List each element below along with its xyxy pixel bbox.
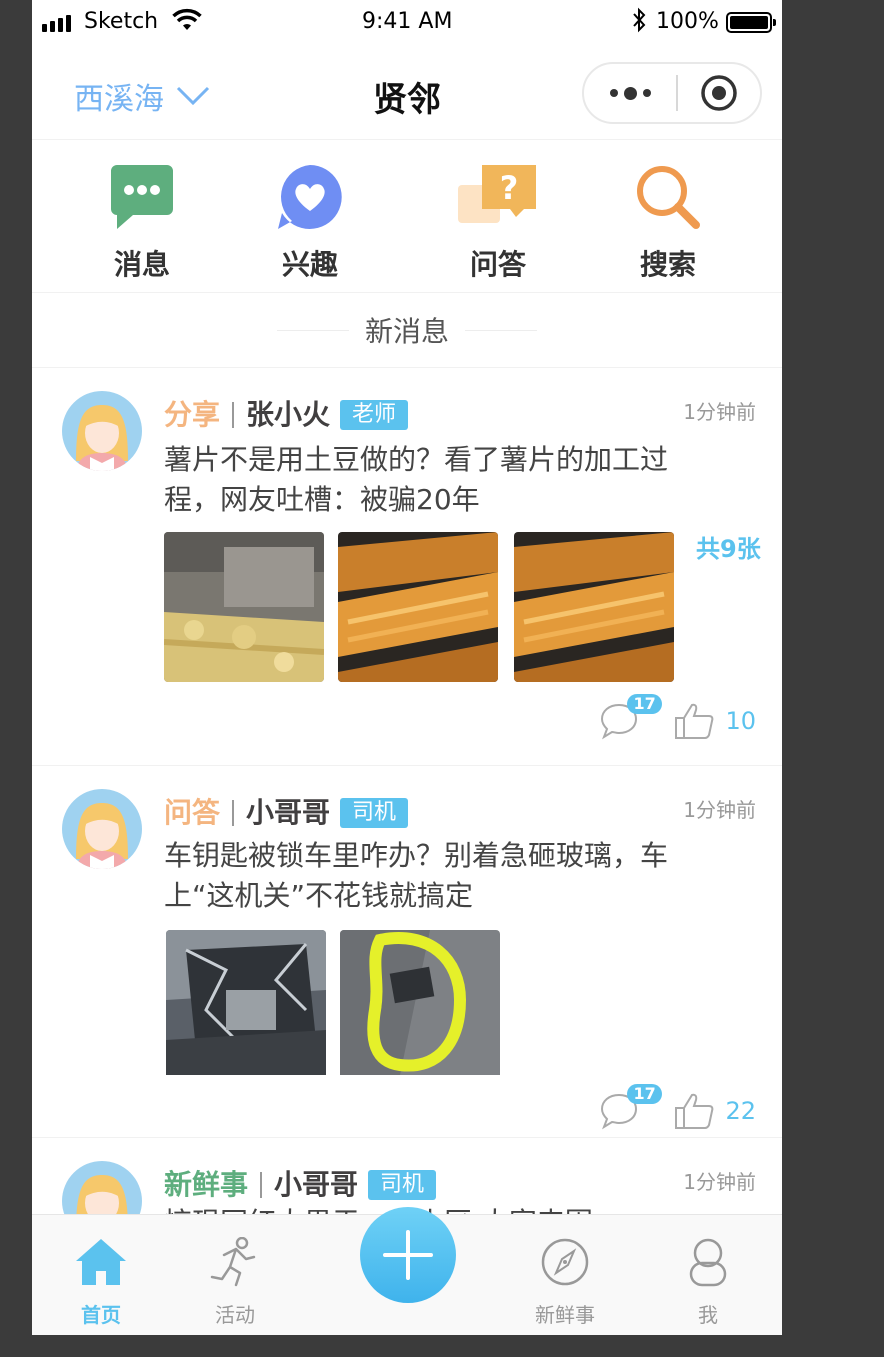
profile-icon — [689, 1238, 727, 1287]
post-add-button[interactable] — [360, 1207, 456, 1303]
running-icon — [210, 1236, 256, 1287]
comment-button[interactable]: 17 — [599, 1084, 662, 1130]
comment-count: 17 — [627, 694, 662, 714]
author-name[interactable]: 小哥哥 — [274, 1165, 358, 1205]
post-text[interactable]: 薯片不是用土豆做的？看了薯片的加工过程，网友吐槽：被骗20年 — [164, 440, 712, 520]
post-time: 1分钟前 — [683, 400, 756, 424]
tab-label: 首页 — [81, 1303, 121, 1327]
battery-percent: 100% — [656, 9, 719, 34]
search-icon — [637, 166, 700, 229]
more-images-link[interactable]: 共9张 — [696, 529, 761, 564]
status-bar: Sketch 9:41 AM 100% — [32, 0, 782, 44]
tab-home[interactable]: 首页 — [46, 1237, 156, 1328]
author-name[interactable]: 小哥哥 — [246, 793, 330, 833]
post-type[interactable]: 问答 — [164, 793, 220, 833]
mini-program-capsule — [582, 62, 762, 124]
quick-entries: 消息 兴趣 ? 问答 搜索 — [32, 141, 782, 293]
feed-post[interactable]: 分享 张小火 老师 1分钟前 薯片不是用土豆做的？看了薯片的加工过程，网友吐槽：… — [32, 369, 782, 766]
phone-screen: Sketch 9:41 AM 100% 西溪海 贤邻 消息 兴趣 ? 问答 搜索… — [32, 0, 782, 1335]
new-messages-label: 新消息 — [364, 315, 449, 348]
wifi-icon — [172, 8, 202, 38]
target-icon — [701, 75, 737, 111]
post-actions: 17 22 — [599, 1084, 756, 1133]
comment-count: 17 — [627, 1084, 662, 1104]
entry-label: 兴趣 — [281, 248, 338, 281]
post-image[interactable] — [166, 930, 326, 1080]
role-badge: 老师 — [340, 400, 409, 430]
post-time: 1分钟前 — [683, 1170, 756, 1194]
avatar[interactable] — [62, 391, 142, 471]
avatar[interactable] — [62, 789, 142, 869]
post-image[interactable] — [514, 532, 674, 682]
like-button[interactable]: 10 — [673, 702, 756, 740]
tab-label: 活动 — [215, 1303, 255, 1327]
nav-bar: 西溪海 贤邻 — [32, 50, 782, 140]
tab-bar: 首页 活动 新鲜事 我 — [32, 1207, 782, 1335]
post-image[interactable] — [164, 532, 324, 682]
feed-post[interactable]: 问答 小哥哥 司机 1分钟前 车钥匙被锁车里咋办？别着急砸玻璃，车上“这机关”不… — [32, 767, 782, 1138]
tab-profile[interactable]: 我 — [653, 1237, 763, 1328]
post-type[interactable]: 新鲜事 — [164, 1165, 248, 1205]
role-badge: 司机 — [368, 1170, 437, 1200]
like-count: 22 — [725, 1097, 756, 1125]
tab-label: 新鲜事 — [535, 1303, 595, 1327]
compass-icon — [541, 1238, 589, 1286]
thumbs-up-icon — [675, 1093, 714, 1129]
bluetooth-icon — [632, 7, 646, 39]
entry-messages[interactable]: 消息 — [82, 163, 202, 283]
post-text[interactable]: 车钥匙被锁车里咋办？别着急砸玻璃，车上“这机关”不花钱就搞定 — [164, 836, 712, 916]
post-time: 1分钟前 — [683, 798, 756, 822]
new-messages-divider: 新消息 — [32, 293, 782, 368]
post-actions: 17 10 — [599, 694, 756, 743]
entry-search[interactable]: 搜索 — [608, 163, 728, 283]
more-options-button[interactable] — [584, 86, 676, 100]
post-image[interactable] — [338, 532, 498, 682]
signal-icon — [42, 12, 78, 32]
entry-label: 搜索 — [639, 248, 696, 281]
like-button[interactable]: 22 — [673, 1092, 756, 1130]
battery-icon — [726, 12, 776, 33]
tab-label: 我 — [698, 1303, 718, 1327]
plus-icon — [383, 1230, 433, 1280]
home-icon — [76, 1239, 126, 1285]
entry-label: 消息 — [113, 248, 170, 281]
svg-text:?: ? — [500, 169, 519, 207]
tab-activities[interactable]: 活动 — [180, 1236, 290, 1328]
comment-button[interactable]: 17 — [599, 694, 662, 740]
like-count: 10 — [725, 707, 756, 735]
tab-news[interactable]: 新鲜事 — [510, 1237, 620, 1328]
close-app-button[interactable] — [678, 74, 760, 112]
entry-qa[interactable]: ? 问答 — [438, 163, 558, 283]
role-badge: 司机 — [340, 798, 409, 828]
question-icon: ? — [458, 165, 536, 223]
post-type[interactable]: 分享 — [164, 395, 220, 435]
author-name[interactable]: 张小火 — [246, 395, 330, 435]
clock: 9:41 AM — [362, 9, 453, 34]
message-icon — [111, 165, 173, 229]
entry-label: 问答 — [469, 248, 526, 281]
heart-icon — [278, 165, 342, 229]
carrier-label: Sketch — [84, 9, 159, 34]
entry-interests[interactable]: 兴趣 — [250, 163, 370, 283]
post-image[interactable] — [340, 930, 500, 1080]
thumbs-up-icon — [675, 703, 714, 739]
